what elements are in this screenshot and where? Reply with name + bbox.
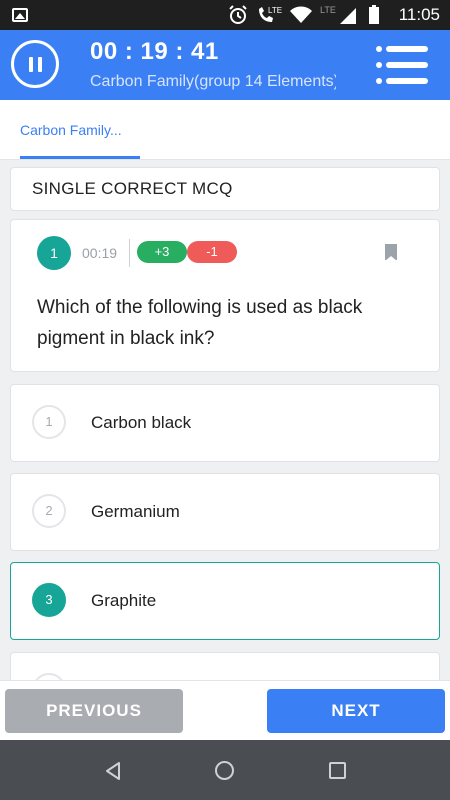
svg-text:LTE: LTE <box>320 5 336 15</box>
previous-button[interactable]: PREVIOUS <box>5 689 183 733</box>
option-label: Graphite <box>91 591 157 610</box>
negative-marks-badge: -1 <box>187 241 237 263</box>
tab-carbon-family[interactable]: Carbon Family... <box>20 122 122 138</box>
option-number: 1 <box>32 405 66 439</box>
status-icons: LTE LTE <box>228 5 380 25</box>
option-3[interactable]: 3 Graphite <box>10 562 440 640</box>
quiz-header: 00 : 19 : 41 Carbon Family(group 14 Elem… <box>0 30 450 100</box>
signal-lte-icon: LTE <box>320 5 356 24</box>
status-time: 11:05 <box>398 5 440 24</box>
timer: 00 : 19 : 41 <box>90 38 219 65</box>
positive-marks-badge: +3 <box>137 241 187 263</box>
alarm-icon <box>229 5 247 24</box>
divider <box>129 239 130 267</box>
wifi-icon <box>290 6 312 23</box>
back-icon[interactable] <box>104 761 122 781</box>
battery-icon <box>369 5 379 24</box>
option-number: 2 <box>32 494 66 528</box>
question-time: 00:19 <box>82 245 118 261</box>
option-label: Germanium <box>91 502 180 521</box>
option-label: Carbon black <box>91 413 192 432</box>
navigation-actions: PREVIOUS NEXT <box>0 680 450 740</box>
svg-text:LTE: LTE <box>268 6 282 15</box>
question-number: 1 <box>37 236 71 270</box>
status-bar: LTE LTE 11:05 <box>0 0 450 30</box>
bookmark-icon[interactable] <box>385 244 397 261</box>
home-icon[interactable] <box>215 761 234 780</box>
pause-button[interactable] <box>11 40 59 88</box>
question-text: Which of the following is used as black … <box>37 297 363 349</box>
option-number: 3 <box>32 583 66 617</box>
section-tab-bar: Carbon Family... <box>0 100 450 160</box>
next-button[interactable]: NEXT <box>267 689 445 733</box>
menu-button[interactable] <box>376 46 428 84</box>
question-type-title: SINGLE CORRECT MCQ <box>10 167 440 211</box>
question-card: 1 00:19 +3 -1 Which of the following is … <box>10 219 440 372</box>
option-2[interactable]: 2 Germanium <box>10 473 440 551</box>
option-1[interactable]: 1 Carbon black <box>10 384 440 462</box>
active-tab-indicator <box>20 156 140 159</box>
image-notification-icon <box>12 8 28 22</box>
test-title: Carbon Family(group 14 Elements) <box>90 73 336 90</box>
call-lte-icon: LTE <box>259 6 282 22</box>
recent-apps-icon[interactable] <box>329 762 346 779</box>
system-navigation-bar <box>0 740 450 800</box>
